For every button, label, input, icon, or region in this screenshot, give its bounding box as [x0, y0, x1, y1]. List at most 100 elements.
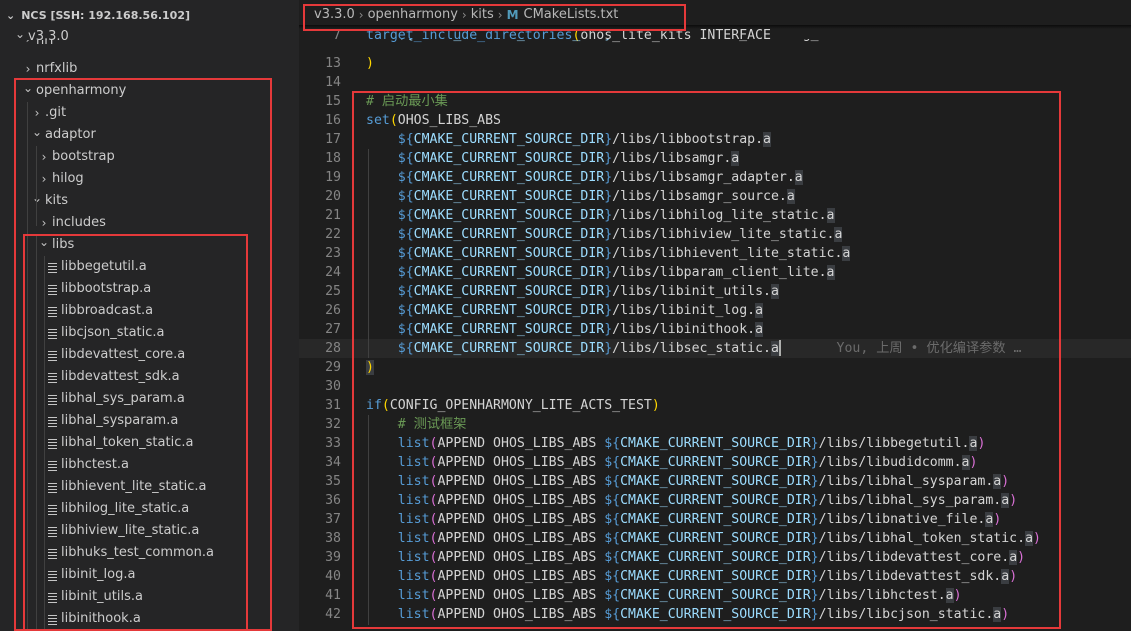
line-number: 39: [325, 550, 341, 565]
code-token: list: [397, 569, 430, 584]
git-blame-annotation: You, 上周 • 优化编译参数 …: [836, 341, 1022, 356]
code-line[interactable]: 36 list(APPEND OHOS_LIBS_ABS ${CMAKE_CUR…: [299, 491, 1131, 510]
code-token: ${: [397, 303, 414, 318]
code-token: CMAKE_CURRENT_SOURCE_DIR: [413, 246, 605, 261]
tree-item-label: libs: [52, 237, 75, 252]
line-text: list(APPEND OHOS_LIBS_ABS ${CMAKE_CURREN…: [366, 548, 1025, 567]
code-token: ${: [604, 531, 621, 546]
line-number: 27: [325, 322, 341, 337]
code-line[interactable]: 32 # 测试框架: [299, 415, 1131, 434]
code-token: # 测试框架: [397, 417, 467, 432]
code-line[interactable]: 35 list(APPEND OHOS_LIBS_ABS ${CMAKE_CUR…: [299, 472, 1131, 491]
code-line[interactable]: 31 if(CONFIG_OPENHARMONY_LITE_ACTS_TEST): [299, 396, 1131, 415]
code-line[interactable]: 24 ${CMAKE_CURRENT_SOURCE_DIR}/libs/libp…: [299, 263, 1131, 282]
folder-item-nrfxlib[interactable]: › nrfxlib: [0, 58, 299, 80]
code-token: APPEND OHOS_LIBS_ABS: [437, 569, 605, 584]
code-line[interactable]: 20 ${CMAKE_CURRENT_SOURCE_DIR}/libs/libs…: [299, 187, 1131, 206]
code-token: /libs/libsamgr.: [612, 151, 732, 166]
code-line[interactable]: ${CMAKE_CURRENT_SOURCE_DIR}/includes/bou…: [299, 39, 1131, 45]
code-line[interactable]: 40 list(APPEND OHOS_LIBS_ABS ${CMAKE_CUR…: [299, 567, 1131, 586]
tree-item-label: libinithook.a: [61, 611, 141, 626]
code-line[interactable]: 17 ${CMAKE_CURRENT_SOURCE_DIR}/libs/libb…: [299, 130, 1131, 149]
code-line[interactable]: 34 list(APPEND OHOS_LIBS_ABS ${CMAKE_CUR…: [299, 453, 1131, 472]
tree-item-label: libdevattest_core.a: [61, 347, 186, 362]
breadcrumb-item-file[interactable]: CMakeLists.txt: [524, 4, 619, 26]
code-line[interactable]: 33 list(APPEND OHOS_LIBS_ABS ${CMAKE_CUR…: [299, 434, 1131, 453]
code-token: ${: [397, 246, 414, 261]
line-text: ${CMAKE_CURRENT_SOURCE_DIR}/libs/libhiev…: [366, 244, 851, 263]
code-token: /libs/libnative_file.: [818, 512, 986, 527]
code-line[interactable]: 30: [299, 377, 1131, 396]
folder-item-libs[interactable]: ⌄ libs: [0, 234, 299, 256]
code-token: }: [604, 246, 613, 261]
code-token: /libs/libsamgr_source.: [612, 189, 787, 204]
code-line[interactable]: 28 ${CMAKE_CURRENT_SOURCE_DIR}/libs/libs…: [299, 339, 1131, 358]
line-number: 40: [325, 569, 341, 584]
folder-item-nrf[interactable]: ›nrf: [0, 40, 299, 51]
file-lines-icon: [46, 256, 60, 278]
code-line[interactable]: 23 ${CMAKE_CURRENT_SOURCE_DIR}/libs/libh…: [299, 244, 1131, 263]
folder-item-git[interactable]: › .git: [0, 102, 299, 124]
line-text: # 测试框架: [366, 415, 467, 434]
tree-item-label: libcjson_static.a: [61, 325, 165, 340]
breadcrumb-item-version[interactable]: v3.3.0: [314, 4, 355, 26]
code-line[interactable]: 27 ${CMAKE_CURRENT_SOURCE_DIR}/libs/libi…: [299, 320, 1131, 339]
breadcrumb-item-kits[interactable]: kits: [471, 4, 494, 26]
line-text: ): [366, 54, 374, 73]
file-lines-icon: [46, 454, 60, 476]
code-token: list: [397, 531, 430, 546]
code-line[interactable]: 41 list(APPEND OHOS_LIBS_ABS ${CMAKE_CUR…: [299, 586, 1131, 605]
breadcrumb-item-openharmony[interactable]: openharmony: [368, 4, 458, 26]
line-number: 38: [325, 531, 341, 546]
file-lines-icon: [46, 476, 60, 498]
code-line[interactable]: 18 ${CMAKE_CURRENT_SOURCE_DIR}/libs/libs…: [299, 149, 1131, 168]
folder-item-adaptor[interactable]: ⌄ adaptor: [0, 124, 299, 146]
line-number: 35: [325, 474, 341, 489]
folder-item-kits[interactable]: ⌄ kits: [0, 190, 299, 212]
code-line[interactable]: 37 list(APPEND OHOS_LIBS_ABS ${CMAKE_CUR…: [299, 510, 1131, 529]
code-line[interactable]: 25 ${CMAKE_CURRENT_SOURCE_DIR}/libs/libi…: [299, 282, 1131, 301]
code-token: a: [842, 246, 851, 261]
file-lines-icon: [46, 366, 60, 388]
explorer-section-header[interactable]: ⌄ NCS [SSH: 192.168.56.102]: [0, 6, 190, 26]
code-line[interactable]: 39 list(APPEND OHOS_LIBS_ABS ${CMAKE_CUR…: [299, 548, 1131, 567]
tree-item-label: libhilog_lite_static.a: [61, 501, 190, 516]
chevron-right-icon: ›: [497, 8, 503, 22]
folder-item-bootstrap[interactable]: › bootstrap: [0, 146, 299, 168]
code-token: }: [810, 588, 819, 603]
code-line[interactable]: 14: [299, 73, 1131, 92]
indent-guide: [36, 234, 37, 631]
code-line[interactable]: 22 ${CMAKE_CURRENT_SOURCE_DIR}/libs/libh…: [299, 225, 1131, 244]
code-line[interactable]: 42 list(APPEND OHOS_LIBS_ABS ${CMAKE_CUR…: [299, 605, 1131, 624]
code-line[interactable]: 38 list(APPEND OHOS_LIBS_ABS ${CMAKE_CUR…: [299, 529, 1131, 548]
file-lines-icon: [46, 498, 60, 520]
code-line[interactable]: 29): [299, 358, 1131, 377]
code-line[interactable]: 19 ${CMAKE_CURRENT_SOURCE_DIR}/libs/libs…: [299, 168, 1131, 187]
code-token: APPEND OHOS_LIBS_ABS: [437, 436, 605, 451]
code-line[interactable]: 26 ${CMAKE_CURRENT_SOURCE_DIR}/libs/libi…: [299, 301, 1131, 320]
code-line[interactable]: 15 # 启动最小集: [299, 92, 1131, 111]
tree-item-label: libinit_utils.a: [61, 589, 143, 604]
code-token: a: [1009, 550, 1018, 565]
chevron-right-icon: ›: [21, 40, 35, 45]
code-line[interactable]: 16 set(OHOS_LIBS_ABS: [299, 111, 1131, 130]
tree-item-label: includes: [52, 215, 106, 230]
code-line[interactable]: 13): [299, 54, 1131, 73]
code-token: ${: [604, 569, 621, 584]
folder-item-hilog[interactable]: › hilog: [0, 168, 299, 190]
line-number: 25: [325, 284, 341, 299]
file-lines-icon: [46, 608, 60, 630]
code-area[interactable]: 7 target_include_directories(ohos_lite_ki…: [299, 25, 1131, 631]
code-token: CMAKE_CURRENT_SOURCE_DIR: [413, 132, 605, 147]
code-line[interactable]: 21 ${CMAKE_CURRENT_SOURCE_DIR}/libs/libh…: [299, 206, 1131, 225]
folder-item-openharmony[interactable]: ⌄ openharmony: [0, 80, 299, 102]
code-token: (: [381, 398, 390, 413]
code-token: ${: [397, 170, 414, 185]
file-lines-icon: [46, 388, 60, 410]
code-token: if: [366, 398, 382, 413]
